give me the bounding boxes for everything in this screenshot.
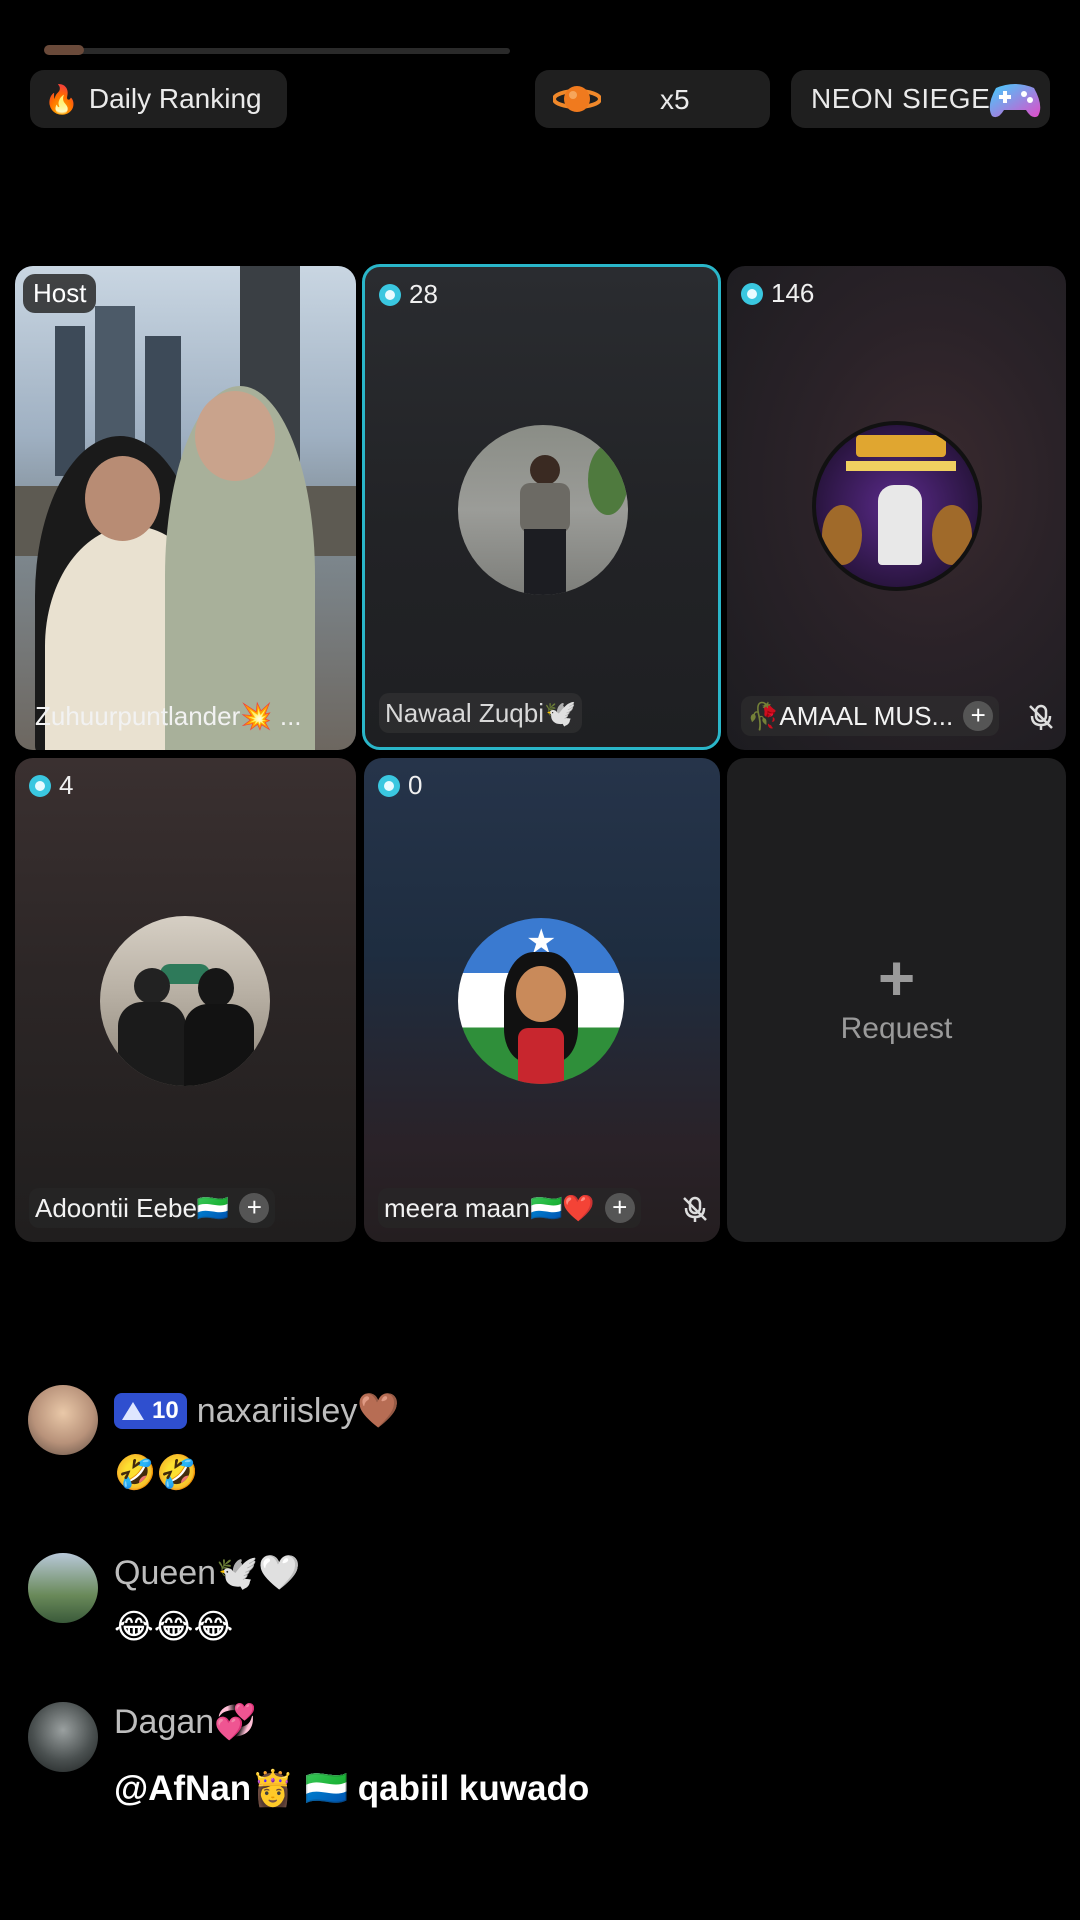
chat-username-row[interactable]: 10 naxariisley🤎: [114, 1391, 400, 1431]
chat-username: Dagan💞: [114, 1703, 257, 1741]
multiplier-button[interactable]: x5: [535, 70, 770, 128]
request-label: Request: [840, 1012, 953, 1045]
follow-plus-button[interactable]: +: [963, 701, 994, 731]
follow-plus-button[interactable]: +: [604, 1193, 635, 1223]
chat-text: @AfNan👸 🇸🇱 qabiil kuwado: [114, 1769, 590, 1808]
guest-seat-3[interactable]: 4 Adoontii Eebe🇸🇱 +: [15, 758, 356, 1242]
avatar[interactable]: [100, 916, 270, 1086]
mic-muted-icon: [1029, 704, 1053, 730]
user-avatar[interactable]: [28, 1553, 98, 1623]
host-name[interactable]: Zuhuurpuntlander💥 ...: [29, 696, 308, 736]
gem-icon: [29, 774, 51, 797]
daily-ranking-button[interactable]: 🔥 Daily Ranking: [30, 70, 287, 128]
seat-name[interactable]: 🥀AMAAL MUS... +: [741, 696, 1000, 736]
seat-name[interactable]: Nawaal Zuqbi🕊️: [379, 693, 583, 733]
avatar[interactable]: ★: [458, 918, 624, 1084]
gem-icon: [741, 282, 763, 305]
seat-name[interactable]: Adoontii Eebe🇸🇱 +: [29, 1188, 276, 1228]
plus-icon: +: [877, 942, 916, 1014]
seat-score: 4: [29, 770, 73, 801]
user-avatar[interactable]: [28, 1385, 98, 1455]
multiplier-label: x5: [660, 84, 690, 115]
avatar[interactable]: [812, 421, 982, 591]
follow-plus-button[interactable]: +: [239, 1193, 270, 1223]
mic-muted-icon: [683, 1196, 707, 1222]
triangle-icon: [122, 1402, 144, 1420]
flame-icon: 🔥: [44, 83, 79, 115]
chat-message[interactable]: Dagan💞 @AfNan👸 🇸🇱 qabiil kuwado: [28, 1702, 1028, 1822]
guest-seat-1[interactable]: 28 Nawaal Zuqbi🕊️: [362, 264, 721, 750]
chat-username: Queen🕊️🤍: [114, 1554, 301, 1592]
guest-seat-2[interactable]: 146 🥀AMAAL MUS... +: [727, 266, 1066, 750]
avatar[interactable]: [458, 425, 628, 595]
game-banner-button[interactable]: NEON SIEGE: [791, 70, 1050, 128]
host-video-feed: [15, 266, 356, 750]
chat-message[interactable]: 10 naxariisley🤎 🤣🤣: [28, 1385, 1028, 1495]
gem-icon: [379, 283, 401, 306]
chat-username: naxariisley🤎: [196, 1392, 400, 1430]
host-seat[interactable]: Host Zuhuurpuntlander💥 ...: [15, 266, 356, 750]
game-label: NEON SIEGE: [811, 83, 991, 114]
gamepad-icon: [989, 84, 1041, 118]
chat-message[interactable]: Queen🕊️🤍 😂😂😂: [28, 1553, 1028, 1663]
level-badge: 10: [114, 1393, 187, 1429]
chat-text: 🤣🤣: [114, 1454, 199, 1492]
host-badge: Host: [23, 274, 97, 313]
seat-name[interactable]: meera maan🇸🇱❤️ +: [378, 1188, 641, 1228]
top-progress-line: [44, 45, 510, 55]
planet-icon: [553, 86, 601, 112]
seat-score: 28: [379, 279, 438, 310]
seat-score: 0: [378, 770, 422, 801]
daily-ranking-label: Daily Ranking: [88, 83, 262, 114]
chat-text: 😂😂😂: [114, 1608, 234, 1646]
user-avatar[interactable]: [28, 1702, 98, 1772]
request-seat-button[interactable]: + Request: [727, 758, 1066, 1242]
guest-seat-4[interactable]: 0 ★ meera maan🇸🇱❤️ +: [364, 758, 720, 1242]
seat-score: 146: [741, 278, 814, 309]
gem-icon: [378, 774, 400, 797]
